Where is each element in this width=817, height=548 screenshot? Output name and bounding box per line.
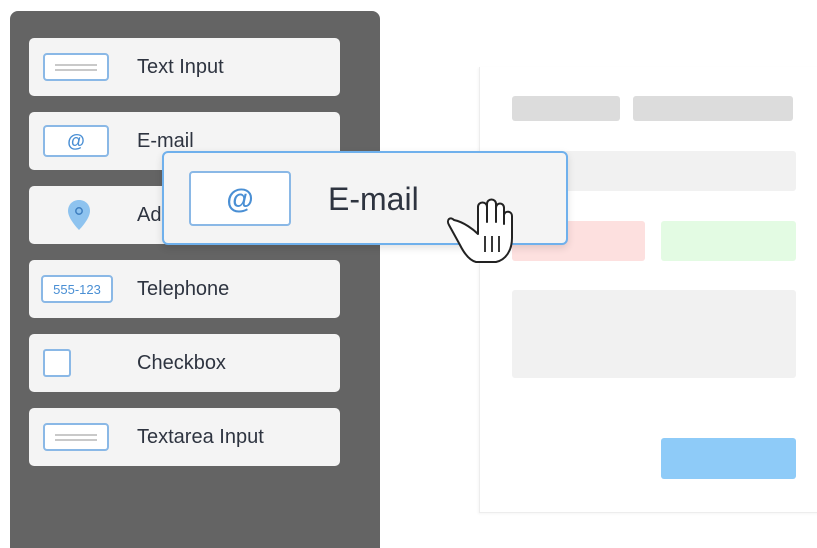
checkbox-icon	[43, 349, 71, 377]
at-sign-icon: @	[189, 171, 291, 226]
palette-item-checkbox[interactable]: Checkbox	[29, 334, 340, 392]
placeholder-textarea	[512, 290, 796, 378]
placeholder-label-2	[633, 96, 793, 121]
grab-hand-cursor-icon	[446, 198, 513, 263]
palette-item-textarea[interactable]: Textarea Input	[29, 408, 340, 466]
palette-item-text-input[interactable]: Text Input	[29, 38, 340, 96]
palette-item-label: Textarea Input	[137, 425, 264, 448]
palette-item-label: Checkbox	[137, 351, 226, 374]
palette-item-label: E-mail	[137, 129, 194, 152]
phone-field-icon: 555-123	[41, 275, 113, 303]
textarea-icon	[43, 423, 109, 451]
at-sign-icon: @	[43, 125, 109, 157]
text-input-icon	[43, 53, 109, 81]
placeholder-submit-button[interactable]	[661, 438, 796, 479]
map-pin-icon	[67, 199, 91, 231]
palette-item-label: Telephone	[137, 277, 230, 300]
placeholder-label-1	[512, 96, 620, 121]
palette-item-label: Text Input	[137, 55, 224, 78]
placeholder-green-field	[661, 221, 796, 261]
palette-item-telephone[interactable]: 555-123 Telephone	[29, 260, 340, 318]
dragged-field-label: E-mail	[328, 181, 419, 217]
